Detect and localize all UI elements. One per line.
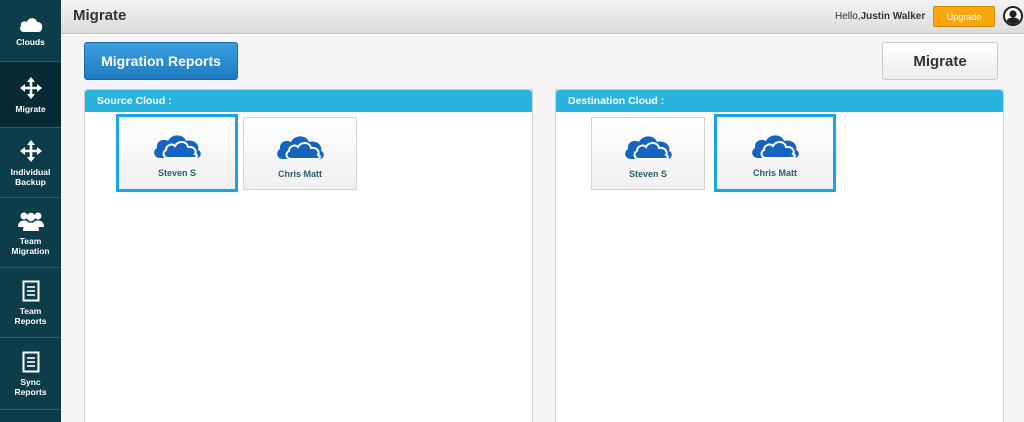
sidebar-item-team-reports[interactable]: Team Reports	[0, 268, 61, 338]
onedrive-cloud-icon	[277, 136, 324, 160]
user-greeting: Hello,Justin Walker	[835, 11, 925, 22]
source-account-card[interactable]: Steven S	[116, 114, 238, 192]
migrate-button[interactable]: Migrate	[882, 42, 998, 80]
arrows-move-icon	[19, 76, 42, 99]
destination-account-card[interactable]: Steven S	[591, 117, 705, 190]
onedrive-cloud-icon	[752, 135, 799, 159]
sidebar-item-clouds[interactable]: Clouds	[0, 0, 61, 62]
onedrive-cloud-icon	[625, 136, 672, 160]
migration-reports-button[interactable]: Migration Reports	[84, 42, 238, 80]
sidebar: Clouds Migrate Individual Backup Team Mi…	[0, 0, 61, 422]
sidebar-item-migrate[interactable]: Migrate	[0, 62, 61, 128]
account-name: Steven S	[628, 169, 668, 179]
account-name: Chris Matt	[752, 168, 797, 178]
top-header: Migrate Hello,Justin Walker Upgrade	[61, 0, 1024, 34]
document-icon	[22, 280, 39, 301]
sidebar-item-label: Sync Reports	[14, 376, 47, 397]
avatar[interactable]	[1003, 6, 1023, 26]
source-account-card[interactable]: Chris Matt	[243, 117, 357, 190]
source-cloud-title: Source Cloud :	[85, 90, 532, 112]
account-name: Steven S	[157, 168, 197, 178]
sidebar-item-sync-reports[interactable]: Sync Reports	[0, 338, 61, 410]
greeting-prefix: Hello,	[835, 11, 861, 22]
sidebar-item-label: Migrate	[15, 103, 46, 114]
arrows-move-icon	[19, 139, 42, 162]
upgrade-button[interactable]: Upgrade	[933, 6, 995, 27]
sidebar-item-label: Individual Backup	[10, 166, 51, 187]
destination-cloud-title: Destination Cloud :	[556, 90, 1003, 112]
page-title: Migrate	[73, 7, 127, 24]
document-icon	[22, 351, 39, 372]
sidebar-item-label: Clouds	[16, 36, 45, 47]
account-name: Chris Matt	[277, 169, 322, 179]
user-icon	[1006, 10, 1020, 24]
onedrive-cloud-icon	[154, 135, 201, 159]
sidebar-item-individual-backup[interactable]: Individual Backup	[0, 128, 61, 198]
user-name: Justin Walker	[860, 11, 926, 22]
main-content: Migration Reports Migrate Source Cloud :…	[61, 35, 1024, 422]
sidebar-item-label: Team Reports	[14, 305, 47, 326]
destination-account-card[interactable]: Chris Matt	[714, 114, 836, 192]
sidebar-item-team-migration[interactable]: Team Migration	[0, 198, 61, 268]
cloud-icon	[19, 17, 42, 32]
sidebar-item-label: Team Migration	[11, 235, 50, 256]
team-icon	[17, 212, 44, 231]
